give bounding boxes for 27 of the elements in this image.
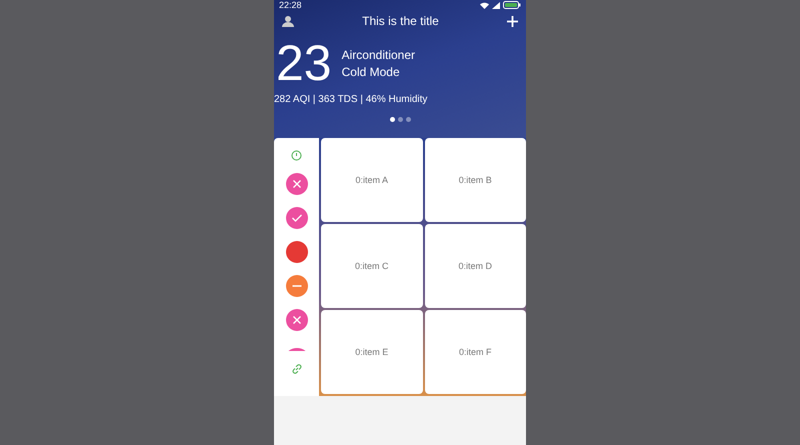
status-time: 22:28: [279, 0, 302, 10]
link-icon[interactable]: [290, 363, 302, 375]
device-mode: Cold Mode: [342, 64, 401, 78]
grid-item[interactable]: 0:item C: [321, 224, 422, 308]
close-button[interactable]: [286, 173, 308, 195]
wifi-icon: [480, 2, 489, 8]
grid-item[interactable]: 0:item B: [424, 138, 526, 222]
grid-item[interactable]: 0:item E: [321, 310, 422, 394]
stats-text: 282 AQI | 363 TDS | 46% Humidity: [274, 93, 428, 105]
add-icon[interactable]: [506, 16, 518, 26]
page-dot[interactable]: [398, 117, 402, 122]
minus-button[interactable]: [286, 275, 308, 297]
user-icon[interactable]: [282, 15, 294, 27]
circle-button[interactable]: [286, 241, 308, 263]
grid-item[interactable]: 0:item D: [424, 224, 526, 308]
page-dot[interactable]: [406, 117, 410, 122]
battery-icon: [503, 1, 521, 9]
signal-icon: [492, 2, 500, 8]
temperature-value: 23: [276, 38, 332, 88]
grid-item[interactable]: 0:item F: [424, 310, 526, 394]
page-dot[interactable]: [390, 117, 394, 122]
grid-item[interactable]: 0:item A: [321, 138, 422, 222]
page-title: This is the title: [362, 14, 439, 28]
device-name: Airconditioner: [342, 48, 415, 62]
close-button[interactable]: [286, 309, 308, 331]
clock-icon[interactable]: [291, 150, 302, 161]
check-button[interactable]: [286, 207, 308, 229]
